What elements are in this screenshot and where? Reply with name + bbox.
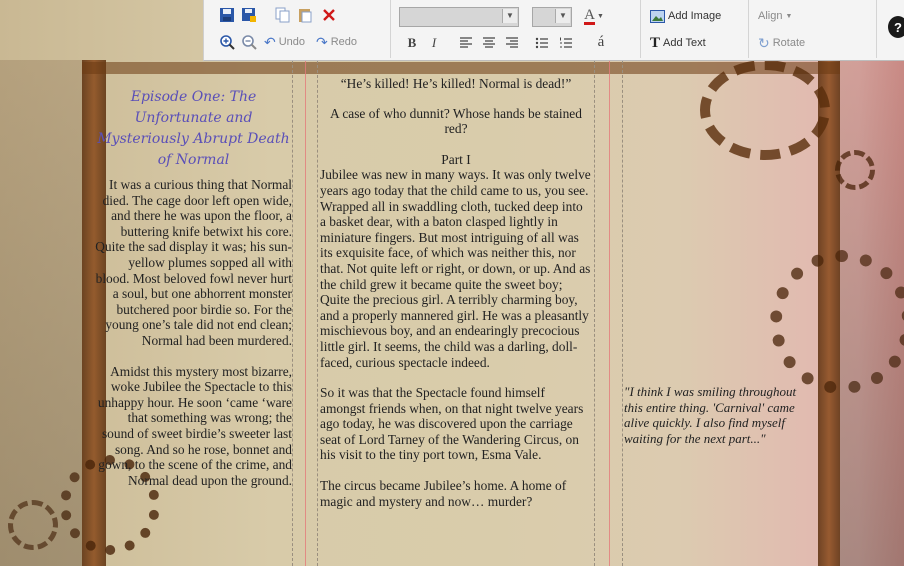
left-page-text-box[interactable]: Episode One: The Unfortunate and Mysteri… xyxy=(95,60,292,566)
add-image-button[interactable]: Add Image xyxy=(650,7,721,25)
numbered-list-icon xyxy=(560,37,572,48)
italic-button[interactable]: I xyxy=(426,34,442,52)
font-family-select[interactable]: ▼ xyxy=(399,7,519,27)
close-icon xyxy=(323,9,335,21)
font-color-icon: A xyxy=(584,6,595,25)
zoom-out-icon xyxy=(242,35,257,50)
undo-label: Undo xyxy=(278,36,306,48)
save-as-button[interactable] xyxy=(240,6,258,24)
numbered-list-button[interactable] xyxy=(558,35,574,51)
add-image-label: Add Image xyxy=(668,10,722,22)
guide-line xyxy=(609,60,610,566)
part-label: Part I xyxy=(441,151,471,167)
left-grunge xyxy=(0,60,82,566)
save-as-icon xyxy=(242,8,256,22)
paste-button[interactable] xyxy=(296,6,314,24)
guide-line xyxy=(305,60,306,566)
chevron-down-icon: ▼ xyxy=(555,9,570,23)
gear-icon xyxy=(700,60,830,160)
middle-page-text-box[interactable]: “He’s killed! He’s killed! Normal is dea… xyxy=(320,60,592,566)
bullet-list-button[interactable] xyxy=(534,35,550,51)
align-label: Align xyxy=(758,10,783,22)
insert-group: Add Image T Add Text xyxy=(640,0,749,58)
redo-icon: ↷ xyxy=(316,33,328,50)
bold-button[interactable]: B xyxy=(404,34,420,52)
bullet-list-icon xyxy=(535,37,548,49)
align-left-icon xyxy=(460,37,472,48)
add-text-button[interactable]: T Add Text xyxy=(650,34,706,52)
help-icon: ? xyxy=(894,19,902,35)
align-dropdown[interactable]: Align ▼ xyxy=(758,8,792,24)
reader-quote-box[interactable]: "I think I was smiling throughout this e… xyxy=(624,384,814,446)
align-left-button[interactable] xyxy=(458,35,474,51)
edit-group: ↶ Undo ↷ Redo xyxy=(204,0,391,58)
font-size-select[interactable]: ▼ xyxy=(532,7,572,27)
copy-button[interactable] xyxy=(274,6,292,24)
rotate-label: Rotate xyxy=(772,37,806,49)
add-text-label: Add Text xyxy=(663,37,706,49)
left-paragraph: It was a curious thing that Normal died.… xyxy=(95,177,292,348)
zoom-out-button[interactable] xyxy=(240,33,258,51)
copy-icon xyxy=(275,7,290,23)
align-right-icon xyxy=(506,37,518,48)
story-paragraph: Jubilee was new in many ways. It was onl… xyxy=(320,167,591,370)
story-subheading: A case of who dunnit? Whose hands be sta… xyxy=(330,105,582,137)
undo-button[interactable]: ↶ Undo xyxy=(264,33,305,51)
help-button[interactable]: ? xyxy=(888,16,904,38)
editor-toolbar: ↶ Undo ↷ Redo ▼ ▼ A ▼ B I á Add Image T … xyxy=(203,0,904,61)
chevron-down-icon: ▼ xyxy=(785,12,793,20)
chevron-down-icon: ▼ xyxy=(502,9,517,23)
text-icon: T xyxy=(650,34,661,51)
delete-button[interactable] xyxy=(320,6,338,24)
right-page-guide xyxy=(622,60,623,566)
save-icon xyxy=(220,8,234,22)
arrange-group: Align ▼ ↻ Rotate xyxy=(748,0,877,58)
zoom-in-icon xyxy=(220,35,235,50)
align-center-icon xyxy=(483,37,495,48)
format-group: ▼ ▼ A ▼ B I á xyxy=(390,0,641,58)
redo-button[interactable]: ↷ Redo xyxy=(316,33,357,51)
image-icon xyxy=(650,9,665,23)
story-heading: “He’s killed! He’s killed! Normal is dea… xyxy=(340,76,572,91)
zoom-in-button[interactable] xyxy=(218,33,236,51)
save-button[interactable] xyxy=(218,6,236,24)
story-paragraph: So it was that the Spectacle found himse… xyxy=(320,385,587,463)
italic-icon: I xyxy=(431,35,437,50)
font-color-button[interactable]: A ▼ xyxy=(582,6,606,26)
episode-title: Episode One: The Unfortunate and Mysteri… xyxy=(97,89,290,168)
rotate-icon: ↻ xyxy=(758,34,770,51)
rotate-button[interactable]: ↻ Rotate xyxy=(758,35,805,51)
left-paragraph: Amidst this mystery most bizarre, woke J… xyxy=(97,363,292,488)
paste-icon xyxy=(299,9,312,23)
reader-quote: "I think I was smiling throughout this e… xyxy=(624,384,797,446)
story-paragraph: The circus became Jubilee’s home. A home… xyxy=(320,478,570,509)
accent-icon: á xyxy=(597,33,605,50)
align-right-button[interactable] xyxy=(504,35,520,51)
redo-label: Redo xyxy=(330,36,358,48)
special-characters-button[interactable]: á xyxy=(593,33,609,51)
align-center-button[interactable] xyxy=(481,35,497,51)
right-grunge xyxy=(840,60,904,566)
bold-icon: B xyxy=(407,35,417,50)
chevron-down-icon: ▼ xyxy=(596,12,604,20)
undo-icon: ↶ xyxy=(264,33,276,50)
